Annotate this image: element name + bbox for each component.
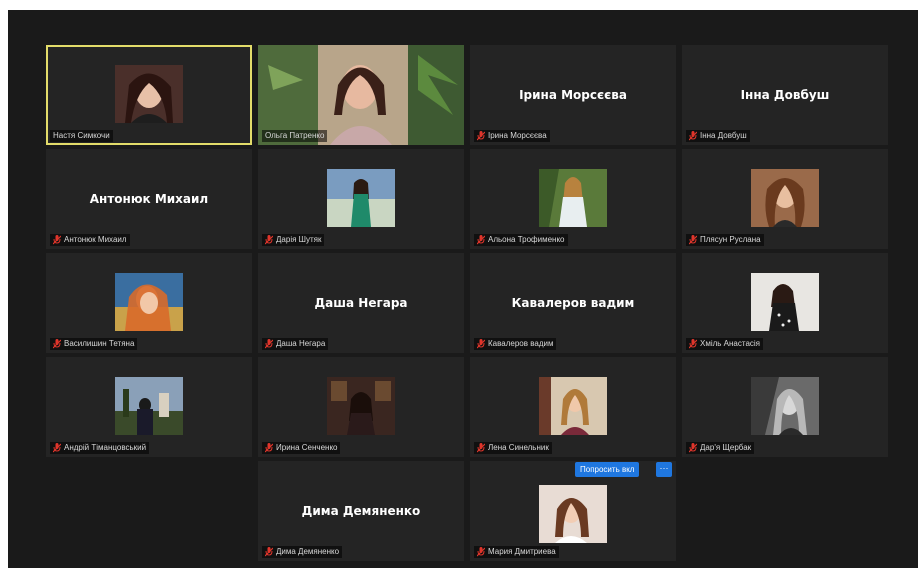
participant-video bbox=[539, 377, 607, 435]
muted-mic-icon bbox=[477, 131, 485, 141]
participant-video bbox=[539, 485, 607, 543]
ask-to-unmute-button[interactable]: Попросить вкл bbox=[575, 462, 640, 477]
participant-video bbox=[751, 273, 819, 331]
participant-display-name: Дима Демяненко bbox=[301, 504, 421, 518]
video-tile[interactable]: Лена Синельник bbox=[470, 357, 676, 457]
muted-mic-icon bbox=[477, 443, 485, 453]
participant-name-label: Василишин Тетяна bbox=[50, 338, 138, 350]
participant-video bbox=[539, 169, 607, 227]
muted-mic-icon bbox=[53, 235, 61, 245]
participant-name-label: Дима Демяненко bbox=[262, 546, 343, 558]
video-tile[interactable]: Мария Дмитриева bbox=[470, 461, 676, 561]
video-tile[interactable]: Антонюк Михаил Антонюк Михаил bbox=[46, 149, 252, 249]
participant-video bbox=[751, 377, 819, 435]
participant-name-label: Ірина Морсєєва bbox=[474, 130, 550, 142]
video-tile[interactable]: Даша Негара Даша Негара bbox=[258, 253, 464, 353]
participant-name-label: Плясун Руслана bbox=[686, 234, 764, 246]
video-tile[interactable]: Дима Демяненко Дима Демяненко bbox=[258, 461, 464, 561]
participant-video bbox=[327, 169, 395, 227]
muted-mic-icon bbox=[477, 547, 485, 557]
video-tile[interactable]: Настя Симкочи bbox=[46, 45, 252, 145]
participant-name-label: Хміль Анастасія bbox=[686, 338, 764, 350]
participant-name-label: Антонюк Михаил bbox=[50, 234, 130, 246]
muted-mic-icon bbox=[477, 235, 485, 245]
participant-display-name: Інна Довбуш bbox=[740, 88, 830, 102]
muted-mic-icon bbox=[689, 443, 697, 453]
participant-video bbox=[327, 377, 395, 435]
video-tile[interactable]: Альона Трофименко bbox=[470, 149, 676, 249]
muted-mic-icon bbox=[265, 547, 273, 557]
video-tile[interactable]: Інна Довбуш Інна Довбуш bbox=[682, 45, 888, 145]
participant-video bbox=[751, 169, 819, 227]
participant-display-name: Кавалеров вадим bbox=[511, 296, 635, 310]
muted-mic-icon bbox=[689, 339, 697, 349]
participant-name-label: Андрій Тіманцовський bbox=[50, 442, 150, 454]
participant-name-label: Настя Симкочи bbox=[50, 130, 113, 142]
participant-display-name: Ірина Морсєєва bbox=[519, 88, 627, 102]
video-tile[interactable]: Андрій Тіманцовський bbox=[46, 357, 252, 457]
video-tile[interactable]: Ольга Патренко bbox=[258, 45, 464, 145]
video-tile[interactable]: Хміль Анастасія bbox=[682, 253, 888, 353]
meeting-gallery-view: Настя Симкочи Ольга Патренко Ірина Морсє… bbox=[8, 10, 918, 568]
participant-name-label: Кавалеров вадим bbox=[474, 338, 557, 350]
participant-name-label: Ольга Патренко bbox=[262, 130, 328, 142]
muted-mic-icon bbox=[477, 339, 485, 349]
muted-mic-icon bbox=[265, 443, 273, 453]
video-tile[interactable]: Кавалеров вадим Кавалеров вадим bbox=[470, 253, 676, 353]
muted-mic-icon bbox=[53, 339, 61, 349]
participant-name-label: Інна Довбуш bbox=[686, 130, 750, 142]
participant-name-label: Даша Негара bbox=[262, 338, 329, 350]
participant-name-label: Альона Трофименко bbox=[474, 234, 568, 246]
video-tile[interactable]: Дар'я Щербак bbox=[682, 357, 888, 457]
participant-video bbox=[115, 377, 183, 435]
video-tile[interactable]: Плясун Руслана bbox=[682, 149, 888, 249]
participant-video bbox=[115, 65, 183, 123]
muted-mic-icon bbox=[53, 443, 61, 453]
video-tile[interactable]: Дарія Шутяк bbox=[258, 149, 464, 249]
participant-name-label: Дарія Шутяк bbox=[262, 234, 325, 246]
video-tile[interactable]: Ирина Сенченко bbox=[258, 357, 464, 457]
muted-mic-icon bbox=[689, 235, 697, 245]
participant-video bbox=[115, 273, 183, 331]
participant-display-name: Антонюк Михаил bbox=[89, 192, 209, 206]
more-options-icon: ··· bbox=[659, 463, 669, 473]
muted-mic-icon bbox=[265, 339, 273, 349]
video-tile[interactable]: Ірина Морсєєва Ірина Морсєєва bbox=[470, 45, 676, 145]
participant-display-name: Даша Негара bbox=[314, 296, 408, 310]
participant-name-label: Ирина Сенченко bbox=[262, 442, 341, 454]
participant-name-label: Дар'я Щербак bbox=[686, 442, 755, 454]
muted-mic-icon bbox=[265, 235, 273, 245]
video-tile[interactable]: Василишин Тетяна bbox=[46, 253, 252, 353]
muted-mic-icon bbox=[689, 131, 697, 141]
participant-name-label: Мария Дмитриева bbox=[474, 546, 559, 558]
more-options-button[interactable]: ··· bbox=[656, 462, 672, 477]
participant-name-label: Лена Синельник bbox=[474, 442, 552, 454]
